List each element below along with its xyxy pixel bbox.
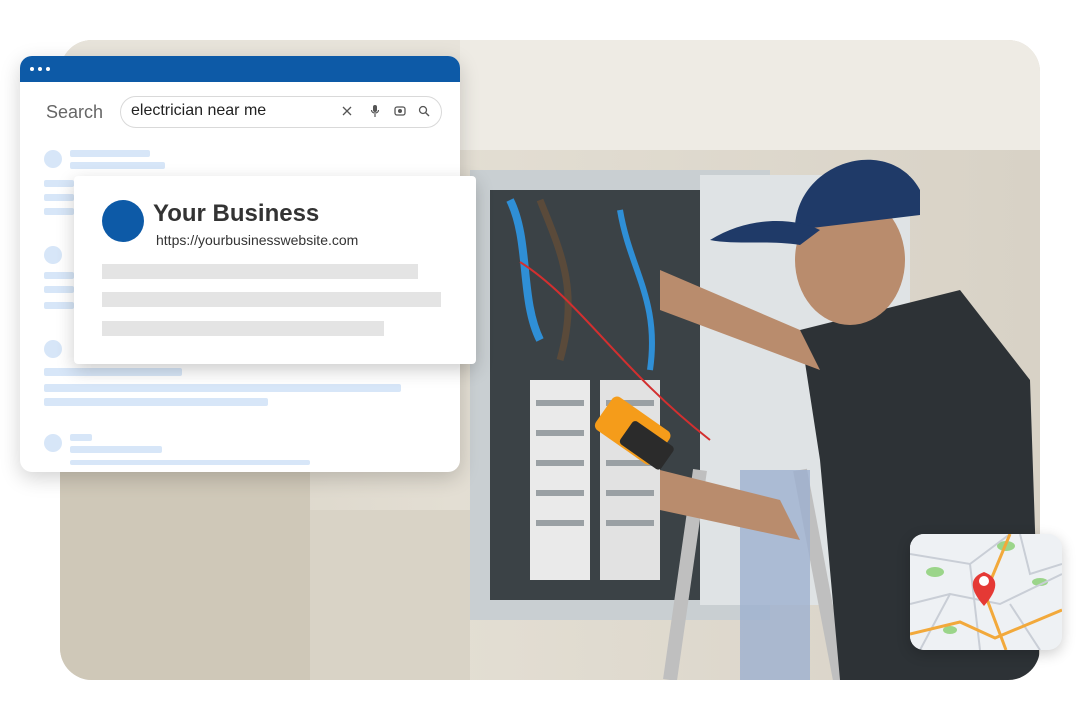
business-logo [102, 200, 144, 242]
result-text-placeholder [44, 384, 401, 392]
result-text-placeholder [44, 286, 74, 293]
window-dot [46, 67, 50, 71]
camera-search-icon[interactable] [391, 102, 409, 120]
result-text-placeholder [44, 398, 268, 406]
result-text-placeholder [44, 194, 74, 201]
search-box[interactable] [120, 96, 442, 128]
map-card[interactable] [910, 534, 1062, 650]
result-text-placeholder [70, 460, 310, 465]
search-icon[interactable] [415, 102, 433, 120]
map-illustration [910, 534, 1062, 650]
result-text-placeholder [44, 208, 74, 215]
window-dot [30, 67, 34, 71]
result-favicon-placeholder [44, 434, 62, 452]
search-label: Search [46, 102, 104, 122]
result-text-placeholder [44, 368, 182, 376]
result-text-placeholder [44, 272, 74, 279]
result-url-placeholder [70, 446, 162, 453]
browser-title-bar [20, 56, 460, 82]
result-favicon-placeholder [44, 340, 62, 358]
close-icon[interactable] [338, 102, 356, 120]
result-favicon-placeholder [44, 246, 62, 264]
result-title-placeholder [70, 150, 150, 157]
microphone-icon[interactable] [366, 102, 384, 120]
result-favicon-placeholder [44, 150, 62, 168]
search-input[interactable] [131, 102, 331, 120]
description-placeholder [102, 264, 418, 279]
business-url[interactable]: https://yourbusinesswebsite.com [156, 232, 358, 248]
result-title-placeholder [70, 434, 92, 441]
business-name[interactable]: Your Business [153, 200, 319, 228]
result-text-placeholder [44, 302, 74, 309]
result-url-placeholder [70, 162, 165, 169]
business-result-card[interactable]: Your Business https://yourbusinesswebsit… [74, 176, 476, 364]
description-placeholder [102, 321, 384, 336]
description-placeholder [102, 292, 441, 307]
result-text-placeholder [44, 180, 74, 187]
window-dot [38, 67, 42, 71]
